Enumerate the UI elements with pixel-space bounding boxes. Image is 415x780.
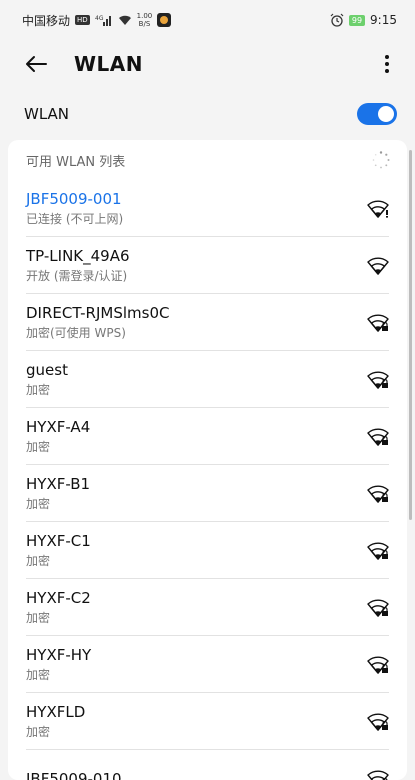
network-name: HYXF-C2 [26,588,91,608]
wlan-toggle-switch[interactable] [357,103,397,125]
network-name: DIRECT-RJMSlms0C [26,303,169,323]
network-name: HYXF-B1 [26,474,90,494]
status-bar-right: 99 9:15 [330,13,397,27]
app-bar: WLAN [0,40,415,88]
network-list-item[interactable]: HYXF-C1 加密 [8,522,407,579]
network-list-item[interactable]: JBF5009-001 已连接 (不可上网) [8,180,407,237]
wifi-locked-icon [367,428,389,446]
network-status: 加密 [26,439,90,456]
scanning-spinner-icon [371,150,391,170]
network-list-item[interactable]: HYXF-HY 加密 [8,636,407,693]
wlan-toggle-label: WLAN [24,105,69,123]
network-text: HYXF-C1 加密 [26,531,91,570]
app-notification-icon [157,13,171,27]
toggle-knob [378,106,394,122]
wifi-locked-icon [367,485,389,503]
network-name: HYXF-A4 [26,417,90,437]
network-status: 加密 [26,667,91,684]
network-status: 加密 [26,496,90,513]
wlan-toggle-row[interactable]: WLAN [0,88,415,140]
network-list-card: 可用 WLAN 列表 JBF5009-001 已连接 (不可上网) [8,140,407,780]
network-speed: 1.00 B/S [137,12,153,28]
network-name: JBF5009-010 [26,769,122,780]
network-list-item[interactable]: HYXF-A4 加密 [8,408,407,465]
signal-icon: 4G [95,14,113,26]
network-list-item[interactable]: HYXFLD 加密 [8,693,407,750]
network-text: guest 加密 [26,360,68,399]
hd-icon: HD [75,15,90,25]
network-list-item[interactable]: HYXF-B1 加密 [8,465,407,522]
network-status: 开放 (需登录/认证) [26,268,130,285]
network-status: 加密 [26,610,91,627]
network-name: HYXF-HY [26,645,91,665]
network-speed-unit: B/S [139,20,151,28]
network-text: HYXF-C2 加密 [26,588,91,627]
page-title: WLAN [74,52,143,76]
more-options-icon[interactable] [377,52,397,76]
network-text: JBF5009-001 已连接 (不可上网) [26,189,123,228]
network-speed-value: 1.00 [137,12,153,20]
battery-icon: 99 [349,15,365,26]
network-list-item[interactable]: HYXF-C2 加密 [8,579,407,636]
network-name: JBF5009-001 [26,189,123,209]
signal-type: 4G [95,15,104,22]
wifi-locked-icon [367,314,389,332]
network-status: 加密 [26,724,85,741]
wifi-locked-icon [367,770,389,780]
network-list: JBF5009-001 已连接 (不可上网) TP-LINK_49A6 开放 (… [8,180,407,780]
network-list-item[interactable]: TP-LINK_49A6 开放 (需登录/认证) [8,237,407,294]
network-status: 已连接 (不可上网) [26,211,123,228]
clock: 9:15 [370,13,397,27]
wifi-locked-icon [367,713,389,731]
wifi-locked-icon [367,599,389,617]
wifi-status-icon [118,14,132,26]
network-text: HYXF-HY 加密 [26,645,91,684]
network-status: 加密 [26,382,68,399]
network-text: TP-LINK_49A6 开放 (需登录/认证) [26,246,130,285]
carrier-name: 中国移动 [22,12,70,29]
wifi-no-internet-icon [367,200,389,218]
status-bar: 中国移动 HD 4G 1.00 B/S [0,0,415,40]
available-networks-header: 可用 WLAN 列表 [8,140,407,180]
available-networks-label: 可用 WLAN 列表 [26,151,125,170]
network-name: TP-LINK_49A6 [26,246,130,266]
network-name: HYXFLD [26,702,85,722]
wifi-locked-icon [367,542,389,560]
network-text: JBF5009-010 [26,769,122,780]
wifi-locked-icon [367,656,389,674]
scrollbar[interactable] [409,150,412,520]
network-text: HYXFLD 加密 [26,702,85,741]
network-list-item[interactable]: DIRECT-RJMSlms0C 加密(可使用 WPS) [8,294,407,351]
wifi-locked-icon [367,371,389,389]
status-bar-left: 中国移动 HD 4G 1.00 B/S [22,12,171,29]
network-name: guest [26,360,68,380]
network-name: HYXF-C1 [26,531,91,551]
back-arrow-icon[interactable] [24,52,48,76]
network-text: HYXF-A4 加密 [26,417,90,456]
network-text: HYXF-B1 加密 [26,474,90,513]
alarm-icon [330,13,344,27]
network-list-item[interactable]: guest 加密 [8,351,407,408]
network-status: 加密(可使用 WPS) [26,325,169,342]
network-list-item[interactable]: JBF5009-010 [8,750,407,780]
network-status: 加密 [26,553,91,570]
network-text: DIRECT-RJMSlms0C 加密(可使用 WPS) [26,303,169,342]
wifi-open-icon [367,257,389,275]
